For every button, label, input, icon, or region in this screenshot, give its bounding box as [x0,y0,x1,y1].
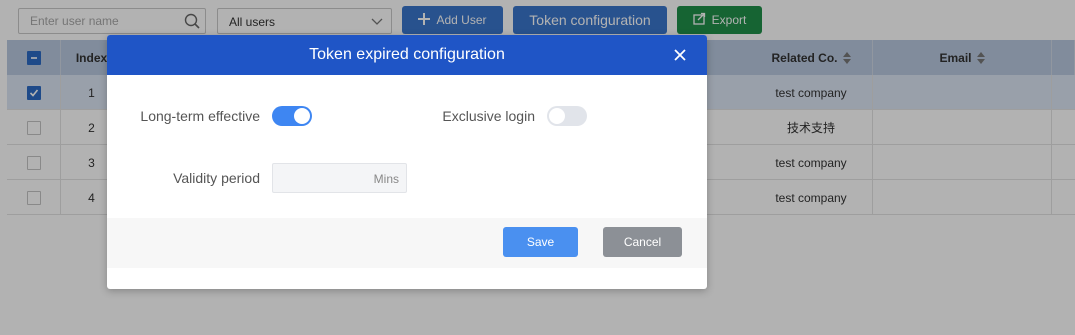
save-button[interactable]: Save [503,227,578,257]
cancel-button[interactable]: Cancel [603,227,682,257]
exclusive-login-toggle[interactable] [547,106,587,126]
toggle-knob [294,108,310,124]
dialog-header: Token expired configuration [107,35,707,75]
close-icon[interactable] [673,48,687,62]
dialog-title: Token expired configuration [309,46,505,63]
token-config-dialog: Token expired configuration Long-term ef… [107,35,707,289]
validity-period-input[interactable]: Mins [272,163,407,193]
validity-unit: Mins [373,172,399,186]
exclusive-login-label: Exclusive login [442,108,535,124]
long-term-effective-toggle[interactable] [272,106,312,126]
toggle-knob [549,108,565,124]
validity-period-label: Validity period [173,170,260,186]
dialog-footer: Save Cancel [107,218,707,268]
long-term-effective-label: Long-term effective [140,108,260,124]
